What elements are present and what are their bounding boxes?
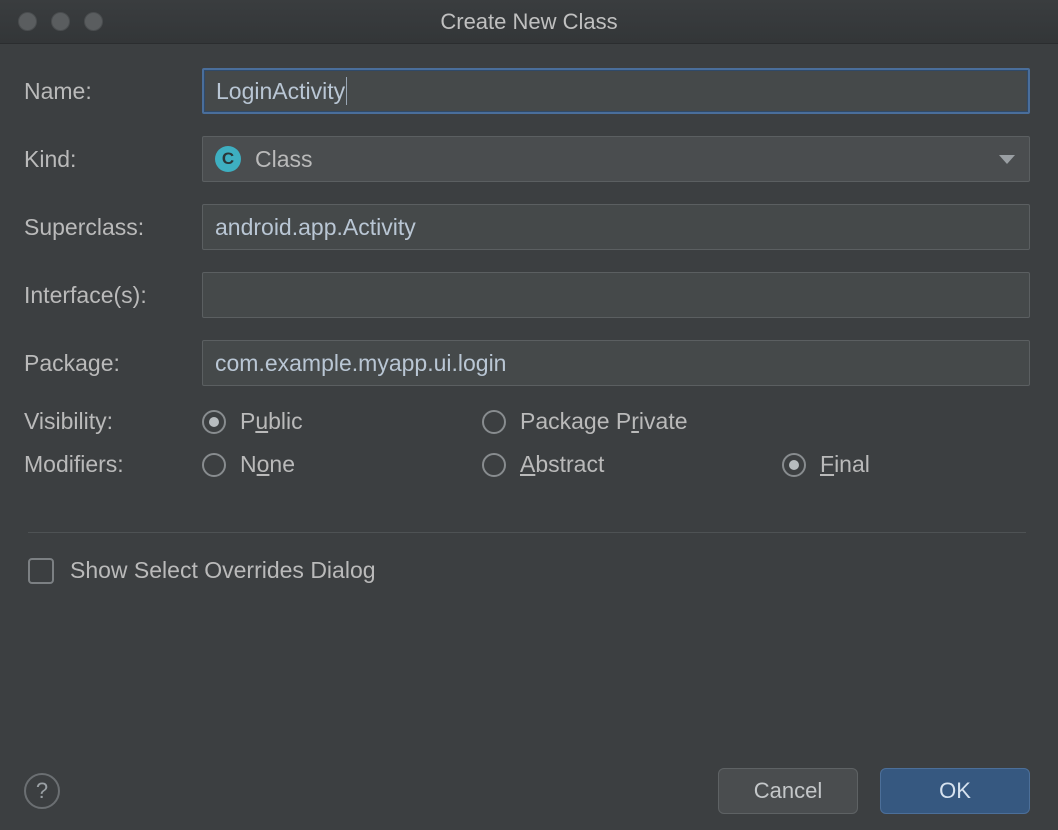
superclass-input[interactable]: android.app.Activity [202,204,1030,250]
show-overrides-checkbox[interactable] [28,558,54,584]
zoom-window-icon[interactable] [84,12,103,31]
text-caret-icon [346,77,347,105]
dialog-footer: ? Cancel OK [24,768,1030,814]
help-icon: ? [36,778,48,804]
radio-icon [482,453,506,477]
radio-final-label: Final [820,451,870,478]
package-input[interactable]: com.example.myapp.ui.login [202,340,1030,386]
radio-none[interactable]: None [202,451,482,478]
label-interfaces: Interface(s): [24,282,202,309]
radio-icon [782,453,806,477]
help-button[interactable]: ? [24,773,60,809]
row-package: Package: com.example.myapp.ui.login [24,340,1030,386]
name-input-text: LoginActivity [216,78,345,105]
window-title: Create New Class [0,9,1058,35]
row-visibility: Visibility: Public Package Private [24,408,1030,435]
row-show-overrides: Show Select Overrides Dialog [24,557,1030,584]
name-input[interactable]: LoginActivity [202,68,1030,114]
label-superclass: Superclass: [24,214,202,241]
radio-package-private[interactable]: Package Private [482,408,782,435]
label-modifiers: Modifiers: [24,451,202,478]
radio-public[interactable]: Public [202,408,482,435]
close-window-icon[interactable] [18,12,37,31]
package-input-text: com.example.myapp.ui.login [215,350,506,377]
radio-icon [482,410,506,434]
label-kind: Kind: [24,146,202,173]
row-superclass: Superclass: android.app.Activity [24,204,1030,250]
show-overrides-label[interactable]: Show Select Overrides Dialog [70,557,376,584]
window-controls [0,12,103,31]
radio-public-label: Public [240,408,303,435]
ok-button-label: OK [939,778,971,804]
radio-abstract-label: Abstract [520,451,604,478]
radio-abstract[interactable]: Abstract [482,451,782,478]
radio-none-label: None [240,451,295,478]
divider [28,532,1026,533]
radio-package-private-label: Package Private [520,408,688,435]
label-package: Package: [24,350,202,377]
kind-select[interactable]: C Class [202,136,1030,182]
row-name: Name: LoginActivity [24,68,1030,114]
interfaces-input[interactable] [202,272,1030,318]
cancel-button-label: Cancel [754,778,822,804]
superclass-input-text: android.app.Activity [215,214,416,241]
row-modifiers: Modifiers: None Abstract Final [24,451,1030,478]
titlebar: Create New Class [0,0,1058,44]
row-interfaces: Interface(s): [24,272,1030,318]
label-visibility: Visibility: [24,408,202,435]
class-type-icon: C [215,146,241,172]
dialog-content: Name: LoginActivity Kind: C Class Superc… [0,44,1058,584]
ok-button[interactable]: OK [880,768,1030,814]
minimize-window-icon[interactable] [51,12,70,31]
cancel-button[interactable]: Cancel [718,768,858,814]
label-name: Name: [24,78,202,105]
radio-icon [202,453,226,477]
radio-icon [202,410,226,434]
row-kind: Kind: C Class [24,136,1030,182]
chevron-down-icon [999,155,1015,164]
kind-select-value: Class [255,146,313,173]
radio-final[interactable]: Final [782,451,1030,478]
